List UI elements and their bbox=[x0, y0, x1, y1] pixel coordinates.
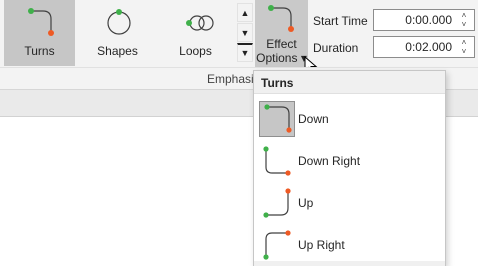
start-time-spinner[interactable]: 0:00.000 ˄ ˅ bbox=[373, 9, 475, 31]
start-time-label: Start Time bbox=[313, 14, 368, 28]
gallery-item-label: Loops bbox=[179, 44, 212, 58]
menu-item-down-right[interactable]: Down Right bbox=[257, 143, 443, 179]
effect-options-label: Effect bbox=[266, 37, 297, 51]
turns-path-icon bbox=[268, 5, 294, 32]
duration-spinner[interactable]: 0:02.000 ˄ ˅ bbox=[373, 36, 475, 58]
menu-item-label: Up Right bbox=[298, 238, 345, 252]
gallery-scroll-down-button[interactable]: ▼ bbox=[237, 23, 253, 42]
turns-path-icon bbox=[28, 8, 54, 36]
menu-item-down[interactable]: Down bbox=[257, 101, 443, 137]
menu-item-label: Up bbox=[298, 196, 314, 210]
menu-item-up-right[interactable]: Up Right bbox=[257, 227, 443, 263]
gallery-more-button[interactable]: ▼ bbox=[237, 43, 253, 62]
gallery-item-loops[interactable]: Loops bbox=[160, 0, 231, 66]
gallery-item-label: Turns bbox=[24, 44, 55, 58]
menu-footer bbox=[254, 261, 445, 266]
duration-label: Duration bbox=[313, 41, 359, 55]
spin-down-icon[interactable]: ˅ bbox=[458, 20, 470, 29]
ribbon-animation-group: Turns Shapes Loops ▲ ▼ ▼ Effect Options … bbox=[0, 0, 478, 74]
more-icon: ▼ bbox=[240, 48, 250, 58]
loops-path-icon bbox=[186, 15, 214, 31]
menu-header: Turns bbox=[254, 71, 445, 94]
turn-down-icon bbox=[259, 101, 295, 137]
spinner-arrows[interactable]: ˄ ˅ bbox=[458, 38, 470, 56]
spinner-arrows[interactable]: ˄ ˅ bbox=[458, 11, 470, 29]
start-time-value: 0:00.000 bbox=[405, 13, 452, 27]
turn-down-right-icon bbox=[259, 143, 295, 179]
turn-up-right-icon bbox=[259, 227, 295, 263]
shapes-path-icon bbox=[107, 9, 131, 35]
effect-options-button[interactable]: Effect Options ▾ bbox=[255, 0, 308, 67]
gallery-item-label: Shapes bbox=[97, 44, 138, 58]
effect-options-label-2: Options ▾ bbox=[256, 51, 307, 65]
spin-up-icon[interactable]: ˄ bbox=[458, 11, 470, 20]
menu-item-label: Down bbox=[298, 112, 329, 126]
spin-up-icon[interactable]: ˄ bbox=[458, 38, 470, 47]
gallery-item-turns[interactable]: Turns bbox=[4, 0, 75, 66]
menu-item-label: Down Right bbox=[298, 154, 361, 168]
duration-value: 0:02.000 bbox=[405, 40, 452, 54]
gallery-item-shapes[interactable]: Shapes bbox=[82, 0, 153, 66]
menu-header-label: Turns bbox=[261, 76, 294, 90]
gallery-scroll-up-button[interactable]: ▲ bbox=[237, 3, 253, 22]
group-label: Emphasis bbox=[207, 72, 260, 86]
chevron-up-icon: ▲ bbox=[240, 7, 250, 18]
effect-options-menu: Turns Down Down Right Up Up Right bbox=[253, 70, 446, 266]
spin-down-icon[interactable]: ˅ bbox=[458, 47, 470, 56]
turn-up-icon bbox=[259, 185, 295, 221]
menu-item-up[interactable]: Up bbox=[257, 185, 443, 221]
chevron-down-icon: ▼ bbox=[240, 27, 250, 38]
